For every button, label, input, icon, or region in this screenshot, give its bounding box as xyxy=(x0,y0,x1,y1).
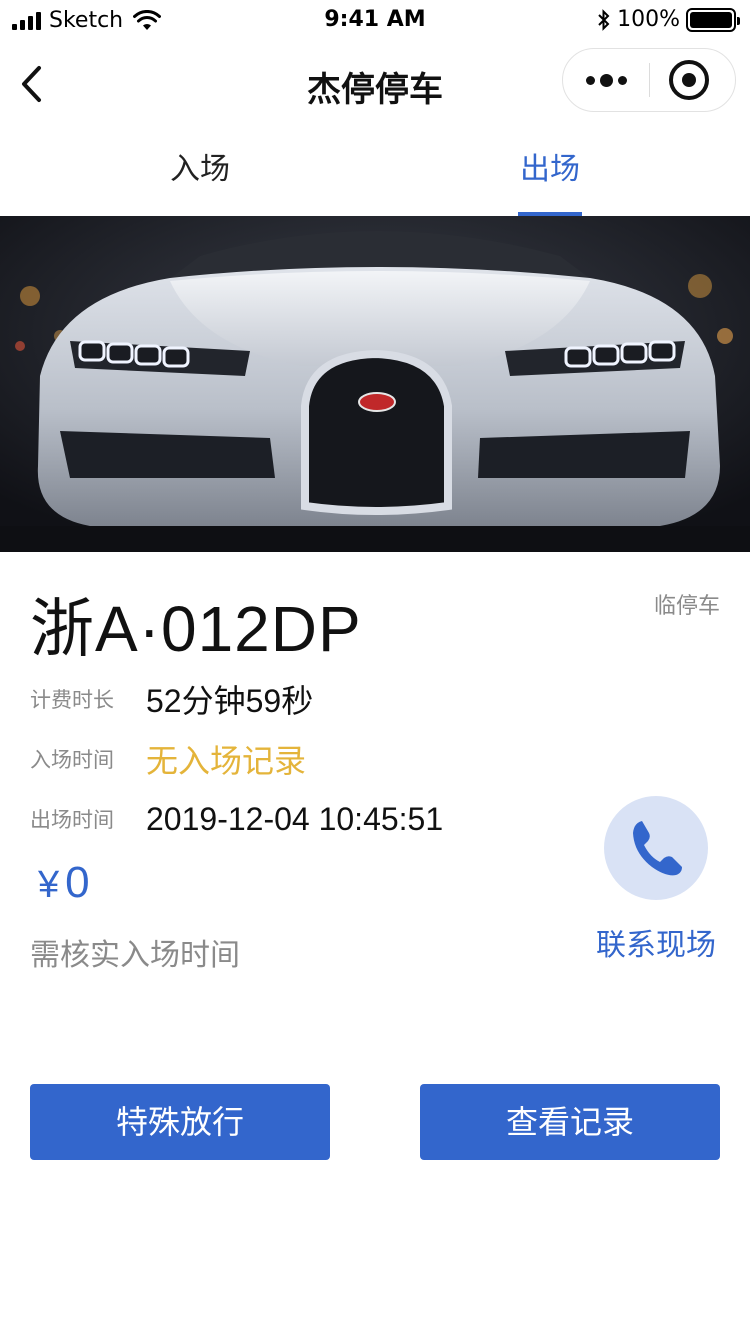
status-bar: Sketch 9:41 AM 100% xyxy=(0,0,750,40)
tab-exit[interactable]: 出场 xyxy=(450,128,650,216)
contact-site-label[interactable]: 联系现场 xyxy=(592,920,720,964)
verify-note: 需核实入场时间 xyxy=(30,938,240,973)
exit-time-value: 2019-12-04 10:45:51 xyxy=(146,800,444,837)
close-target-icon[interactable] xyxy=(669,60,709,100)
capsule-divider xyxy=(649,63,650,97)
entry-time-row: 入场时间 无入场记录 xyxy=(30,734,306,784)
mini-program-capsule xyxy=(562,48,736,112)
special-release-button[interactable]: 特殊放行 xyxy=(30,1084,330,1160)
bluetooth-icon xyxy=(598,8,610,31)
duration-row: 计费时长 52分钟59秒 xyxy=(30,674,313,724)
view-records-button[interactable]: 查看记录 xyxy=(420,1084,720,1160)
battery-icon xyxy=(686,7,740,32)
entry-time-value: 无入场记录 xyxy=(146,743,307,779)
phone-icon[interactable] xyxy=(604,796,708,900)
fee-amount: ¥0 xyxy=(38,858,90,908)
entry-time-label: 入场时间 xyxy=(30,748,114,772)
exit-time-label: 出场时间 xyxy=(30,808,114,832)
duration-value: 52分钟59秒 xyxy=(146,683,314,719)
tab-bar: 入场 出场 xyxy=(0,128,750,216)
exit-time-row: 出场时间 2019-12-04 10:45:51 xyxy=(30,794,443,844)
currency-symbol: ¥ xyxy=(38,864,60,906)
vehicle-photo xyxy=(0,216,750,552)
vehicle-type-badge: 临停车 xyxy=(653,594,720,619)
status-right: 100% xyxy=(597,7,740,32)
more-icon[interactable] xyxy=(563,49,649,111)
tab-entry[interactable]: 入场 xyxy=(100,128,300,216)
battery-percent: 100% xyxy=(617,7,680,32)
contact-site-button[interactable]: 联系现场 xyxy=(592,796,720,964)
nav-bar: 杰停停车 xyxy=(0,40,750,128)
fee-value: 0 xyxy=(65,858,90,907)
license-plate: 浙A·012DP xyxy=(30,593,362,665)
duration-label: 计费时长 xyxy=(30,688,114,712)
